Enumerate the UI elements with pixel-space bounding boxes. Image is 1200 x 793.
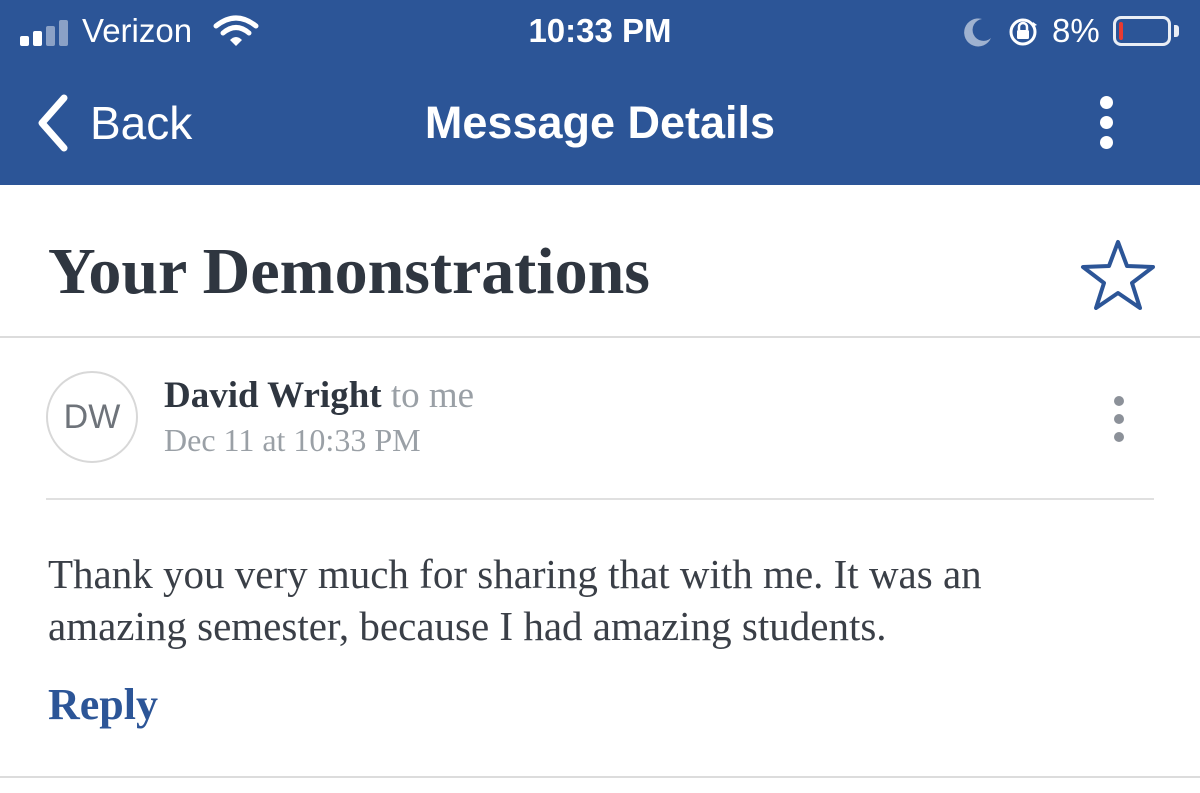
recipient-label: to me bbox=[390, 375, 475, 416]
battery-percent: 8% bbox=[1052, 12, 1100, 49]
message-options-button[interactable] bbox=[1104, 394, 1134, 444]
more-options-button[interactable] bbox=[1086, 92, 1128, 154]
ellipsis-dot bbox=[1100, 136, 1113, 149]
battery-nub bbox=[1174, 25, 1179, 37]
star-icon[interactable] bbox=[1080, 238, 1156, 310]
reply-link[interactable]: Reply bbox=[48, 678, 158, 732]
subject-divider bbox=[0, 336, 1200, 338]
back-button[interactable]: Back bbox=[34, 88, 192, 158]
bottom-divider bbox=[0, 776, 1200, 778]
avatar: DW bbox=[46, 371, 138, 463]
sender-line: David Wright to me bbox=[164, 374, 474, 418]
body-line: Thank you very much for sharing that wit… bbox=[48, 551, 982, 597]
ellipsis-dot bbox=[1114, 414, 1124, 424]
vertical-ellipsis-icon bbox=[1100, 96, 1113, 109]
message-subject: Your Demonstrations bbox=[48, 235, 650, 308]
battery-icon bbox=[1113, 16, 1171, 46]
ellipsis-dot bbox=[1100, 116, 1113, 129]
do-not-disturb-moon-icon bbox=[964, 18, 991, 47]
orientation-lock-icon bbox=[1009, 18, 1037, 46]
sender-name[interactable]: David Wright bbox=[164, 375, 382, 416]
message-body: Thank you very much for sharing that wit… bbox=[48, 548, 1158, 652]
chevron-left-icon bbox=[38, 94, 68, 152]
app-header: Verizon 10:33 PM 8% Back Message Details bbox=[0, 0, 1200, 185]
status-bar: Verizon 10:33 PM 8% bbox=[0, 0, 1200, 62]
body-line: amazing semester, because I had amazing … bbox=[48, 603, 887, 649]
header-divider bbox=[46, 498, 1154, 500]
vertical-ellipsis-icon bbox=[1114, 396, 1124, 406]
battery-level-fill bbox=[1119, 22, 1123, 40]
back-label: Back bbox=[90, 97, 193, 149]
ellipsis-dot bbox=[1114, 432, 1124, 442]
message-date: Dec 11 at 10:33 PM bbox=[164, 422, 421, 458]
